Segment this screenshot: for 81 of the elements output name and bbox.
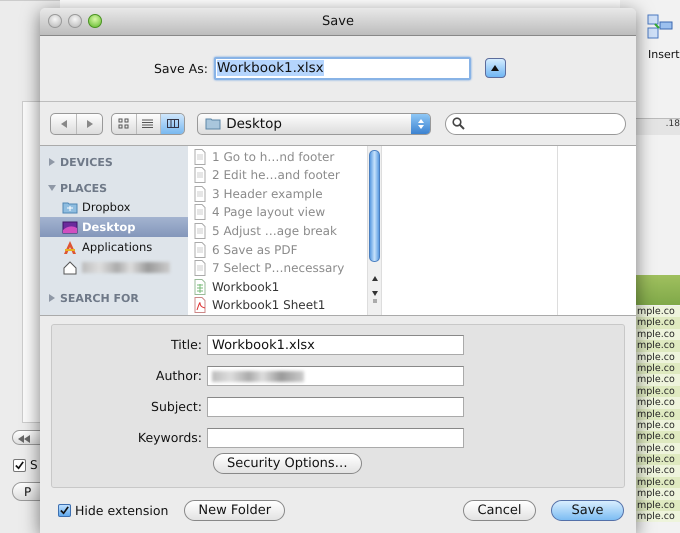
table-cell: mple.co bbox=[636, 488, 680, 500]
document-icon bbox=[194, 222, 206, 239]
save-as-label: Save As: bbox=[154, 60, 208, 76]
disclosure-triangle-icon bbox=[48, 158, 56, 166]
zoom-button[interactable] bbox=[88, 14, 102, 28]
stepper-icon bbox=[416, 116, 425, 131]
table-cell: mple.co bbox=[636, 352, 680, 363]
location-popup[interactable]: Desktop bbox=[197, 112, 432, 135]
table-cell: mple.co bbox=[636, 465, 680, 477]
rewind-icon bbox=[17, 435, 31, 443]
text-field[interactable] bbox=[207, 396, 464, 417]
table-cell: mple.co bbox=[636, 408, 680, 420]
table-cell: mple.co bbox=[636, 386, 680, 398]
security-options-button[interactable]: Security Options… bbox=[213, 452, 362, 474]
table-cell: mple.co bbox=[636, 420, 680, 432]
close-button[interactable] bbox=[48, 14, 62, 28]
grid-icon bbox=[118, 118, 130, 130]
file-name-field[interactable]: Workbook1.xlsx bbox=[214, 56, 471, 80]
toolbar-label: Insert bbox=[648, 48, 680, 61]
search-icon bbox=[452, 117, 466, 130]
table-cell: mple.co bbox=[636, 511, 680, 522]
folder-icon bbox=[62, 200, 78, 215]
spreadsheet-file-icon bbox=[194, 278, 206, 295]
file-item[interactable]: Workbook1 Sheet1 bbox=[188, 296, 367, 315]
table-cell: mple.co bbox=[636, 431, 680, 443]
view-mode-control[interactable] bbox=[111, 112, 186, 135]
default-button[interactable]: Save bbox=[551, 500, 624, 521]
field-label: Title: bbox=[170, 337, 202, 352]
checkbox-label: Hide extension bbox=[75, 502, 168, 518]
text-field[interactable]: Workbook1.xlsx bbox=[207, 334, 464, 355]
house-icon bbox=[62, 260, 78, 275]
back-forward-control[interactable] bbox=[50, 112, 104, 135]
window-title: Save bbox=[322, 14, 354, 29]
back-icon bbox=[58, 118, 69, 129]
table-cell: mple.co bbox=[636, 500, 680, 512]
header-bar bbox=[636, 275, 680, 305]
text-field[interactable] bbox=[207, 428, 464, 448]
minimize-button[interactable] bbox=[68, 14, 82, 28]
disclosure-button[interactable] bbox=[484, 58, 506, 78]
file-item[interactable]: Workbook1 bbox=[188, 277, 367, 296]
pencil-a-icon bbox=[62, 240, 78, 255]
document-icon bbox=[194, 186, 206, 202]
table-cell: mple.co bbox=[636, 362, 680, 374]
document-icon bbox=[194, 204, 206, 220]
field-label: Author: bbox=[154, 368, 202, 384]
table-cell: mple.co bbox=[636, 328, 680, 340]
document-icon bbox=[194, 167, 206, 184]
ruler-label: .18 bbox=[666, 119, 680, 129]
table-cell: mple.co bbox=[636, 374, 680, 386]
checkbox-label: S bbox=[30, 458, 38, 472]
table-cell: mple.co bbox=[636, 442, 680, 454]
search-field[interactable] bbox=[445, 112, 626, 135]
new-folder-button[interactable]: New Folder bbox=[184, 500, 286, 521]
table-cell: mple.co bbox=[636, 340, 680, 352]
columns-icon bbox=[166, 118, 179, 130]
pdf-file-icon bbox=[194, 297, 206, 314]
up-triangle-icon bbox=[490, 64, 500, 72]
field-label: Keywords: bbox=[136, 430, 202, 446]
folder-icon bbox=[205, 117, 222, 130]
sidebar-item[interactable]: Dropbox bbox=[40, 197, 188, 218]
document-icon bbox=[194, 148, 206, 165]
sidebar-item[interactable]: Applications bbox=[40, 237, 188, 258]
document-icon bbox=[194, 242, 206, 258]
scroll-bar[interactable] bbox=[367, 146, 381, 315]
checkbox[interactable] bbox=[58, 504, 71, 517]
checkbox[interactable] bbox=[13, 458, 26, 472]
document-icon bbox=[194, 260, 206, 276]
table-cell: mple.co bbox=[636, 317, 680, 329]
columns-view-button[interactable] bbox=[160, 114, 184, 134]
disclosure-triangle-icon bbox=[48, 294, 56, 302]
table-cell: mple.co bbox=[636, 397, 680, 409]
disclosure-triangle-icon bbox=[48, 184, 56, 192]
table-cell: mple.co bbox=[636, 306, 680, 318]
text-field[interactable] bbox=[207, 366, 464, 386]
table-cell: mple.co bbox=[636, 476, 680, 488]
table-cell: mple.co bbox=[636, 454, 680, 466]
field-label: Subject: bbox=[150, 399, 202, 414]
screen-icon bbox=[62, 220, 78, 235]
list-icon bbox=[142, 118, 154, 130]
dialog-button[interactable]: Cancel bbox=[463, 500, 536, 521]
forward-icon bbox=[84, 118, 95, 129]
